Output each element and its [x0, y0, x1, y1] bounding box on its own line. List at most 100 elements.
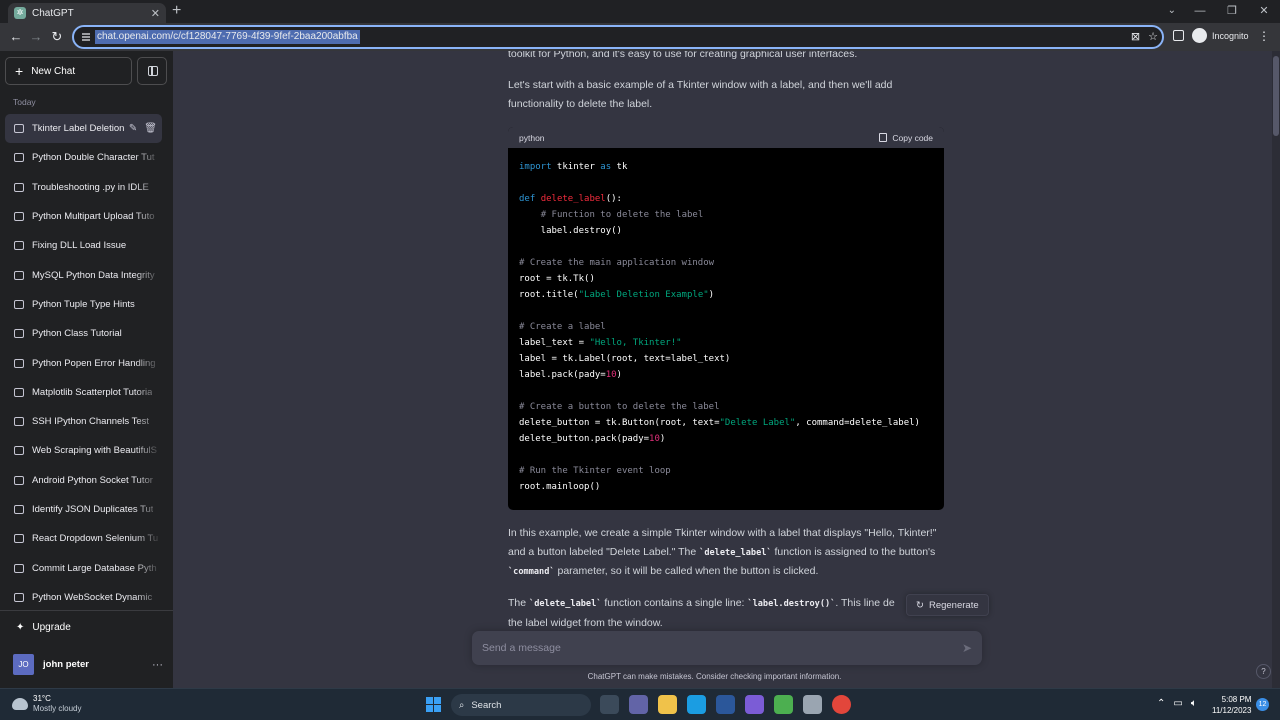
- notepad-plus-icon[interactable]: [774, 695, 793, 714]
- chevron-up-icon[interactable]: ⌃: [1157, 698, 1165, 710]
- sidebar-chat-item[interactable]: Python Tuple Type Hints: [5, 289, 162, 320]
- reload-icon[interactable]: ↻: [47, 27, 67, 47]
- address-bar[interactable]: chat.openai.com/c/cf128047-7769-4f39-9fe…: [72, 25, 1164, 49]
- close-sidebar-button[interactable]: [137, 57, 167, 85]
- sidebar-chat-item[interactable]: Android Python Socket Tutor: [5, 465, 162, 495]
- main-scrollbar[interactable]: [1272, 51, 1280, 688]
- code-line: # Function to delete the label: [540, 210, 704, 220]
- chat-title: Troubleshooting .py in IDLE: [32, 181, 149, 193]
- minimize-icon[interactable]: —: [1184, 0, 1216, 23]
- url-text[interactable]: chat.openai.com/c/cf128047-7769-4f39-9fe…: [95, 30, 360, 44]
- site-info-icon[interactable]: [80, 31, 92, 43]
- sidebar-chat-item[interactable]: Fixing DLL Load Issue: [5, 231, 162, 261]
- sidebar-chat-item[interactable]: Python Class Tutorial: [5, 319, 162, 349]
- fade-overlay: [134, 143, 162, 173]
- sidebar-chat-item[interactable]: React Dropdown Selenium Tu: [5, 524, 162, 554]
- browser-tab[interactable]: ✲ ChatGPT ✕: [8, 3, 166, 23]
- chat-actions: ✎ 🗑︎: [129, 123, 157, 134]
- profile-label: Incognito: [1212, 30, 1249, 41]
- sidebar-chat-item[interactable]: MySQL Python Data Integrity: [5, 260, 162, 290]
- tab-search-icon[interactable]: ⌄: [1168, 0, 1176, 22]
- sidebar-chat-item[interactable]: Python Double Character Tut: [5, 143, 162, 173]
- temperature: 31°C: [33, 694, 51, 703]
- code-line: # Create a button to delete the label: [519, 402, 720, 412]
- incognito-eye-icon[interactable]: ⊠: [1131, 29, 1140, 45]
- bookmark-star-icon[interactable]: ☆: [1148, 29, 1158, 45]
- send-icon[interactable]: ➤: [962, 641, 972, 655]
- clock[interactable]: 5:08 PM 11/12/2023: [1212, 694, 1251, 716]
- close-window-icon[interactable]: ✕: [1248, 0, 1280, 23]
- message-composer: ➤: [472, 631, 982, 665]
- profile-button[interactable]: Incognito: [1192, 28, 1249, 43]
- code-content[interactable]: import tkinter as tk def delete_label():…: [508, 148, 944, 506]
- app-icon[interactable]: [803, 695, 822, 714]
- notification-badge[interactable]: 12: [1256, 698, 1269, 711]
- maximize-icon[interactable]: ❐: [1216, 0, 1248, 23]
- sidebar-chat-item[interactable]: Python Popen Error Handling: [5, 348, 162, 378]
- window-controls: — ❐ ✕: [1184, 0, 1280, 23]
- task-view-icon[interactable]: [600, 695, 619, 714]
- taskbar-search-label: Search: [471, 699, 502, 711]
- inline-code: `label.destroy()`: [747, 599, 836, 609]
- forward-icon[interactable]: →: [26, 27, 46, 47]
- sidebar-chat-item[interactable]: Web Scraping with BeautifulS: [5, 436, 162, 466]
- help-button[interactable]: ?: [1256, 664, 1271, 679]
- upgrade-label: Upgrade: [32, 622, 71, 633]
- sparkle-icon: ✦: [16, 622, 25, 633]
- new-tab-icon[interactable]: +: [172, 2, 181, 20]
- sidebar-chat-item[interactable]: Python WebSocket Dynamic: [5, 582, 162, 613]
- copy-code-button[interactable]: Copy code: [879, 133, 933, 143]
- chat-title: Tkinter Label Deletion: [32, 123, 125, 135]
- code-language: python: [519, 132, 545, 143]
- sidebar-chat-item[interactable]: SSH IPython Channels Test: [5, 406, 162, 437]
- fade-overlay: [134, 172, 162, 202]
- fade-overlay: [134, 553, 162, 583]
- weather-widget[interactable]: 31°C Mostly cloudy: [12, 694, 81, 714]
- side-panel-icon[interactable]: [1173, 30, 1184, 41]
- sidebar-chat-item[interactable]: Python Multipart Upload Tuto: [5, 201, 162, 232]
- sidebar-chat-item[interactable]: Tkinter Label Deletion ✎ 🗑︎: [5, 114, 162, 144]
- store-icon[interactable]: [716, 695, 735, 714]
- fade-overlay: [134, 582, 162, 613]
- regenerate-button[interactable]: ↻ Regenerate: [906, 594, 989, 616]
- chat-bubble-icon: [14, 124, 24, 134]
- app-icon[interactable]: [745, 695, 764, 714]
- windows-start-icon[interactable]: [426, 697, 441, 712]
- more-options-icon[interactable]: ···: [152, 659, 163, 671]
- delete-icon[interactable]: 🗑︎: [144, 123, 157, 134]
- chat-title: Python Class Tutorial: [32, 328, 122, 340]
- teams-chat-icon[interactable]: [629, 695, 648, 714]
- code-line: # Run the Tkinter event loop: [519, 466, 671, 476]
- date: 11/12/2023: [1212, 706, 1252, 715]
- chrome-icon[interactable]: [832, 695, 851, 714]
- new-chat-button[interactable]: + New Chat: [5, 57, 132, 85]
- chat-bubble-icon: [14, 534, 24, 544]
- text-span: function is assigned to the button's: [771, 545, 936, 558]
- sidebar-chat-item[interactable]: Matplotlib Scatterplot Tutoria: [5, 377, 162, 407]
- message-input[interactable]: [482, 631, 942, 665]
- browser-menu-icon[interactable]: ⋮: [1258, 29, 1270, 43]
- code-block: python Copy code import tkinter as tk de…: [508, 127, 944, 510]
- chat-bubble-icon: [14, 387, 24, 397]
- network-icon[interactable]: ▭: [1173, 698, 1182, 710]
- taskbar-search[interactable]: ⌕ Search: [451, 694, 591, 716]
- back-icon[interactable]: ←: [6, 27, 26, 47]
- edge-icon[interactable]: [687, 695, 706, 714]
- file-explorer-icon[interactable]: [658, 695, 677, 714]
- code-line: root = tk.Tk(): [519, 274, 595, 284]
- user-menu[interactable]: JO john peter ···: [13, 654, 163, 675]
- code-line: # Create the main application window: [519, 258, 715, 268]
- close-tab-icon[interactable]: ✕: [151, 7, 160, 20]
- sidebar-chat-item[interactable]: Commit Large Database Pyth: [5, 553, 162, 583]
- edit-icon[interactable]: ✎: [129, 123, 137, 134]
- sidebar-chat-item[interactable]: Identify JSON Duplicates Tut: [5, 494, 162, 525]
- code-line: label_text = "Hello, Tkinter!": [519, 338, 682, 348]
- volume-icon[interactable]: 🔈︎: [1191, 698, 1197, 710]
- upgrade-button[interactable]: ✦ Upgrade: [16, 622, 71, 633]
- chat-bubble-icon: [14, 182, 24, 192]
- sidebar-chat-item[interactable]: Troubleshooting .py in IDLE: [5, 172, 162, 202]
- user-name: john peter: [43, 659, 89, 670]
